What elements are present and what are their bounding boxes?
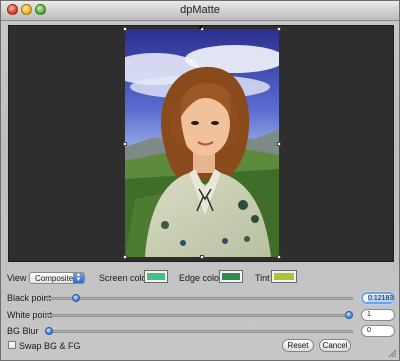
tint-color-swatch <box>274 273 294 280</box>
view-select-value: Composite <box>35 274 74 283</box>
title-bar[interactable]: dpMatte <box>1 1 399 21</box>
view-select[interactable]: Composite ▲ ▼ <box>29 272 85 284</box>
bg-blur-label: BG Blur <box>7 326 39 336</box>
screen-color-label: Screen color <box>99 273 150 283</box>
cancel-button[interactable]: Cancel <box>319 339 351 352</box>
screen-color-well[interactable] <box>144 270 168 283</box>
anchor-point[interactable] <box>199 26 202 29</box>
edge-color-well[interactable] <box>219 270 243 283</box>
resize-handle-bottom-left[interactable] <box>123 255 127 259</box>
view-label: View <box>7 273 27 283</box>
white-point-track <box>45 314 353 317</box>
swap-bg-fg-checkbox[interactable] <box>8 341 16 349</box>
window-title: dpMatte <box>180 4 220 16</box>
reset-button[interactable]: Reset <box>282 339 314 352</box>
edge-color-label: Edge color <box>179 273 223 283</box>
resize-handle-bottom-right[interactable] <box>277 255 281 259</box>
white-point-field[interactable]: 1 <box>361 309 395 321</box>
resize-handle-right[interactable] <box>277 142 281 146</box>
screen-color-swatch <box>147 273 165 280</box>
resize-handle-top-left[interactable] <box>123 27 127 31</box>
black-point-value: 0.12183 <box>368 295 394 302</box>
bg-blur-value: 0 <box>367 327 371 334</box>
composite-preview-image[interactable] <box>125 29 279 257</box>
tint-color-well[interactable] <box>271 270 297 283</box>
bg-blur-knob[interactable] <box>45 327 53 335</box>
composite-image-art <box>125 29 279 257</box>
black-point-slider[interactable] <box>45 294 353 302</box>
tint-label: Tint <box>255 273 270 283</box>
updown-arrows-icon: ▲ ▼ <box>73 272 84 283</box>
bg-blur-track <box>45 330 353 333</box>
edge-color-swatch <box>222 273 240 280</box>
white-point-knob[interactable] <box>345 311 353 319</box>
bg-blur-slider[interactable] <box>45 327 353 335</box>
white-point-slider[interactable] <box>45 311 353 319</box>
preview-canvas[interactable] <box>8 25 394 262</box>
white-point-value: 1 <box>367 311 371 318</box>
swap-bg-fg-label: Swap BG & FG <box>19 341 81 351</box>
resize-handle-bottom[interactable] <box>200 255 204 259</box>
bg-blur-field[interactable]: 0 <box>361 325 395 337</box>
dpmatte-window: dpMatte View Composite ▲ ▼ Screen color … <box>0 0 400 361</box>
resize-handle-left[interactable] <box>123 142 127 146</box>
reset-button-label: Reset <box>287 341 309 350</box>
resize-grip-icon[interactable] <box>388 349 397 358</box>
black-point-field[interactable]: 0.12183 <box>361 292 395 304</box>
black-point-knob[interactable] <box>72 294 80 302</box>
cancel-button-label: Cancel <box>322 341 348 350</box>
black-point-track <box>45 297 353 300</box>
resize-handle-top-right[interactable] <box>277 27 281 31</box>
